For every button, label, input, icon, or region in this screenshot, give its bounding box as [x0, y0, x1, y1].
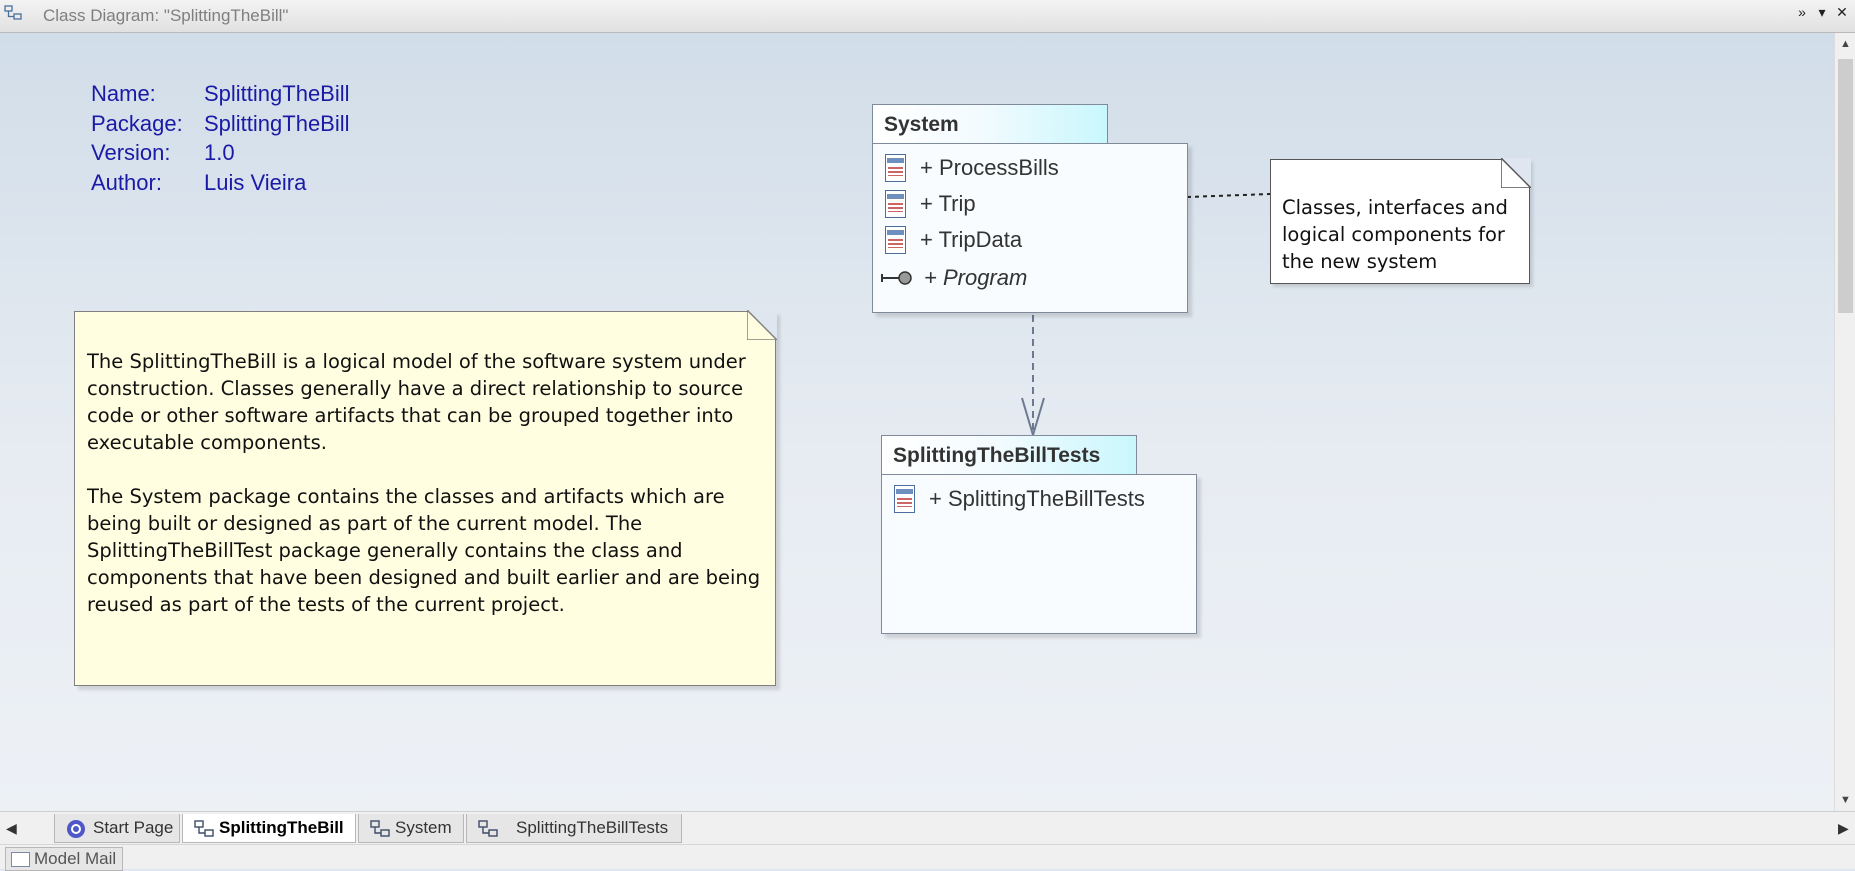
- diagram-icon: [478, 820, 498, 837]
- package-item-tripdata[interactable]: + TripData: [885, 226, 1022, 254]
- model-mail-button[interactable]: Model Mail: [5, 847, 124, 871]
- package-item-processbills[interactable]: + ProcessBills: [885, 154, 1059, 182]
- system-package-tab[interactable]: System: [872, 104, 1108, 144]
- diagram-tab-bar: ◀ Start Page SplittingTheBill System Spl…: [0, 811, 1855, 845]
- mail-icon: [11, 852, 30, 867]
- class-icon: [894, 485, 915, 513]
- system-package[interactable]: + ProcessBills + Trip + TripData + Progr…: [872, 143, 1188, 313]
- package-item-trip[interactable]: + Trip: [885, 190, 976, 218]
- tab-start-page[interactable]: Start Page: [54, 814, 180, 843]
- diagram-icon: [370, 820, 390, 837]
- tab-scroll-left-icon[interactable]: ◀: [6, 820, 17, 837]
- class-icon: [885, 190, 906, 218]
- scroll-up-icon[interactable]: ▲: [1835, 35, 1855, 53]
- tab-scroll-right-icon[interactable]: ▶: [1838, 820, 1849, 837]
- tests-package-tab[interactable]: SplittingTheBillTests: [881, 435, 1137, 475]
- note-link-line: [1186, 193, 1271, 198]
- class-diagram-icon: [4, 5, 22, 20]
- status-bar: Model Mail: [0, 844, 1855, 871]
- tests-package[interactable]: + SplittingTheBillTests: [881, 474, 1197, 634]
- diagram-canvas[interactable]: Name: SplittingTheBill Package: SplittingT…: [0, 33, 1834, 811]
- system-note[interactable]: Classes, interfaces and logical componen…: [1270, 158, 1531, 284]
- window-title: Class Diagram: "SplittingTheBill": [43, 6, 289, 25]
- tab-system[interactable]: System: [358, 814, 464, 843]
- class-icon: [885, 226, 906, 254]
- package-item-program[interactable]: + Program: [881, 265, 1027, 291]
- diagram-icon: [194, 820, 214, 837]
- note-fold-corner: [1501, 158, 1531, 188]
- interface-icon: [881, 271, 912, 285]
- package-item-splittingthebilltests[interactable]: + SplittingTheBillTests: [894, 485, 1145, 513]
- system-note-text: Classes, interfaces and logical componen…: [1282, 196, 1508, 273]
- tab-splittingthebill[interactable]: SplittingTheBill: [182, 814, 356, 843]
- tab-splittingthebilltests[interactable]: SplittingTheBillTests: [466, 814, 682, 843]
- close-icon[interactable]: ✕: [1835, 4, 1849, 21]
- dropdown-arrow-icon[interactable]: ▾: [1815, 4, 1829, 21]
- scrollbar-thumb[interactable]: [1838, 59, 1853, 313]
- scroll-down-icon[interactable]: ▼: [1835, 791, 1855, 809]
- start-page-icon: [67, 820, 85, 838]
- vertical-scrollbar[interactable]: ▲ ▼: [1834, 33, 1855, 811]
- window-titlebar: Class Diagram: "SplittingTheBill" » ▾ ✕: [0, 0, 1855, 33]
- chevron-down-icon[interactable]: »: [1795, 4, 1809, 21]
- class-icon: [885, 154, 906, 182]
